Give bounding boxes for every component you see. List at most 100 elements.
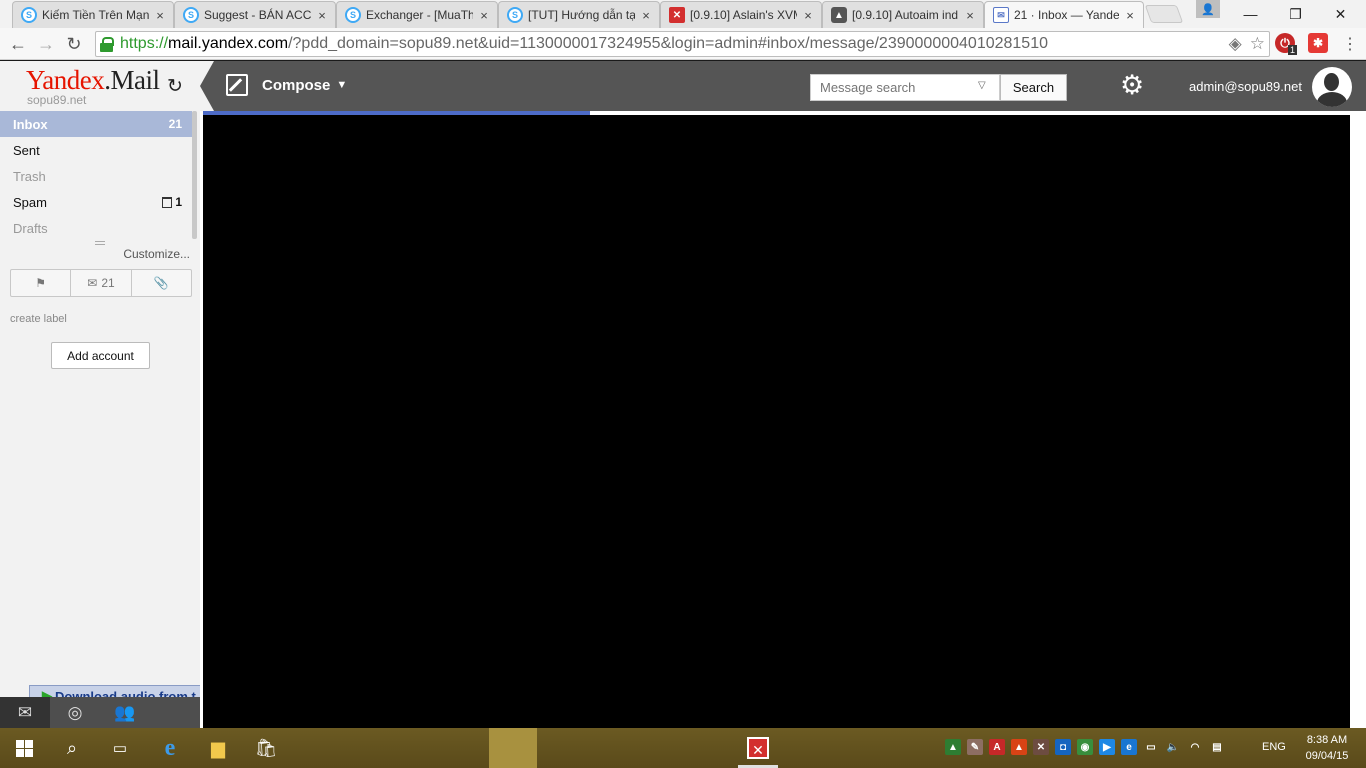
clear-trash-icon[interactable]: [162, 197, 173, 209]
windows-taskbar: ⌕ ▭ e ▆ 🛍 ✕ ▲ ✎ A ▲ ✕ ◘ ◉ ▶ e ▭ 🔈 ◠ ▤ EN…: [0, 728, 1366, 768]
browser-tab[interactable]: S Suggest - BÁN ACC ×: [174, 1, 336, 28]
folder-drafts[interactable]: Drafts: [0, 215, 192, 241]
close-icon[interactable]: ×: [153, 8, 167, 23]
filter-flagged[interactable]: ⚑: [11, 270, 72, 296]
flag-icon: ⚑: [35, 276, 47, 290]
message-content-area: [200, 111, 1366, 728]
search-icon[interactable]: ⌕: [48, 728, 96, 768]
battery-icon[interactable]: ▭: [1143, 739, 1159, 755]
customize-link[interactable]: Customize...: [123, 247, 190, 261]
browser-tab[interactable]: ✕ [0.9.10] Aslain's XVM ×: [660, 1, 822, 28]
clock-date: 09/04/15: [1305, 750, 1349, 762]
compose-button[interactable]: Compose ▼: [226, 74, 347, 96]
disk-icon[interactable]: ◎: [50, 697, 100, 728]
filter-unread[interactable]: ✉ 21: [71, 270, 132, 296]
close-icon[interactable]: ×: [801, 8, 815, 23]
folder-sent[interactable]: Sent: [0, 137, 192, 163]
folder-trash[interactable]: Trash: [0, 163, 192, 189]
x-box-icon: ✕: [669, 7, 685, 23]
back-arrow-icon[interactable]: ←: [6, 32, 30, 56]
close-icon[interactable]: ×: [639, 8, 653, 23]
reload-icon[interactable]: ↻: [62, 32, 86, 56]
mail-header: Yandex.Mail sopu89.net ↻ Compose ▼ ▽ Sea…: [0, 61, 1366, 111]
tray-app-icon[interactable]: ✎: [967, 739, 983, 755]
store-bag-icon[interactable]: 🛍: [242, 728, 290, 768]
add-account-button[interactable]: Add account: [51, 342, 150, 369]
folder-spam[interactable]: Spam 1: [0, 189, 192, 215]
clock-time: 8:38 AM: [1306, 734, 1348, 746]
gear-icon[interactable]: ⚙: [1120, 70, 1144, 101]
folder-label: Inbox: [13, 116, 48, 132]
search-dropdown-chevron-icon[interactable]: ▽: [978, 80, 986, 91]
close-icon[interactable]: ×: [1123, 8, 1137, 23]
tab-title: [TUT] Hướng dẫn tạo: [528, 8, 635, 22]
chevron-down-icon[interactable]: ▼: [336, 79, 347, 91]
unread-count: 21: [101, 276, 115, 290]
browser-tab[interactable]: S [TUT] Hướng dẫn tạo ×: [498, 1, 660, 28]
refresh-icon[interactable]: ↻: [167, 75, 183, 98]
tray-app-icon[interactable]: ▶: [1099, 739, 1115, 755]
tray-app-icon[interactable]: ◘: [1055, 739, 1071, 755]
filter-attachments[interactable]: 📎: [132, 270, 191, 296]
browser-tab-active[interactable]: ✉ 21 · Inbox — Yandex ×: [984, 1, 1144, 28]
browser-tab-strip: S Kiếm Tiền Trên Mạng × S Suggest - BÁN …: [0, 0, 1366, 28]
close-icon[interactable]: ×: [963, 8, 977, 23]
x-box-app-icon[interactable]: ✕: [734, 728, 782, 768]
folder-inbox[interactable]: Inbox 21: [0, 111, 192, 137]
browser-tab[interactable]: ▲ [0.9.10] Autoaim ind ×: [822, 1, 984, 28]
wifi-icon[interactable]: ◠: [1187, 739, 1203, 755]
close-icon[interactable]: ×: [477, 8, 491, 23]
translate-diamond-icon[interactable]: ◈: [1229, 34, 1242, 54]
yandex-mail-logo[interactable]: Yandex.Mail: [26, 65, 160, 96]
bookmark-star-icon[interactable]: ☆: [1250, 34, 1265, 54]
compose-pencil-icon: [226, 74, 248, 96]
tab-title: Exchanger - [MuaThe: [366, 8, 473, 22]
acrobat-icon[interactable]: A: [989, 739, 1005, 755]
action-center-icon[interactable]: ▤: [1209, 739, 1225, 755]
tab-title: [0.9.10] Autoaim ind: [852, 8, 959, 22]
forward-arrow-icon[interactable]: →: [34, 32, 58, 56]
folder-label: Drafts: [13, 220, 48, 236]
resize-grip-icon[interactable]: [95, 241, 105, 245]
google-drive-icon[interactable]: ▲: [945, 739, 961, 755]
volume-icon[interactable]: 🔈: [1165, 739, 1181, 755]
user-email[interactable]: admin@sopu89.net: [1189, 79, 1302, 94]
create-label-link[interactable]: create label: [10, 313, 67, 325]
task-view-icon[interactable]: ▭: [96, 728, 144, 768]
language-indicator[interactable]: ENG: [1262, 741, 1286, 753]
tray-app-icon[interactable]: ✕: [1033, 739, 1049, 755]
content-scrollbar[interactable]: [1351, 115, 1363, 728]
new-tab-button[interactable]: [1144, 5, 1184, 23]
ie-icon[interactable]: e: [1121, 739, 1137, 755]
avatar[interactable]: [1312, 67, 1352, 107]
mail-envelope-icon: ✉: [993, 7, 1009, 23]
folder-label: Spam: [13, 194, 47, 210]
sidebar-scrollbar[interactable]: [192, 111, 197, 239]
mail-envelope-icon[interactable]: ✉: [0, 697, 50, 728]
url-scheme: https://: [120, 35, 169, 52]
taskbar-clock[interactable]: 8:38 AM 09/04/15: [1300, 732, 1354, 764]
tray-app-icon[interactable]: ▲: [1011, 739, 1027, 755]
search-button[interactable]: Search: [1000, 74, 1067, 101]
skype-s-icon: S: [21, 7, 37, 23]
edge-browser-icon[interactable]: e: [146, 728, 194, 768]
search-input[interactable]: [810, 74, 1000, 101]
lastpass-extension-icon[interactable]: ✱: [1308, 33, 1328, 53]
network-globe-icon[interactable]: ◉: [1077, 739, 1093, 755]
browser-tab[interactable]: S Exchanger - [MuaThe ×: [336, 1, 498, 28]
browser-tab[interactable]: S Kiếm Tiền Trên Mạng ×: [12, 1, 174, 28]
windows-start-icon[interactable]: [0, 728, 48, 768]
file-explorer-icon[interactable]: ▆: [194, 728, 242, 768]
taskbar-pinned-app-active[interactable]: [489, 728, 537, 768]
profile-user-icon[interactable]: 👤: [1196, 0, 1220, 18]
contacts-icon[interactable]: 👥: [100, 697, 150, 728]
tank-icon: ▲: [831, 7, 847, 23]
domain-label: sopu89.net: [27, 93, 87, 107]
message-pane-redacted: [203, 115, 1350, 728]
minimize-icon[interactable]: —: [1228, 0, 1273, 28]
address-bar[interactable]: https://mail.yandex.com/?pdd_domain=sopu…: [95, 31, 1270, 57]
window-close-icon[interactable]: ✕: [1318, 0, 1363, 28]
chrome-menu-icon[interactable]: ⋮: [1338, 32, 1362, 56]
restore-icon[interactable]: ❐: [1273, 0, 1318, 28]
close-icon[interactable]: ×: [315, 8, 329, 23]
